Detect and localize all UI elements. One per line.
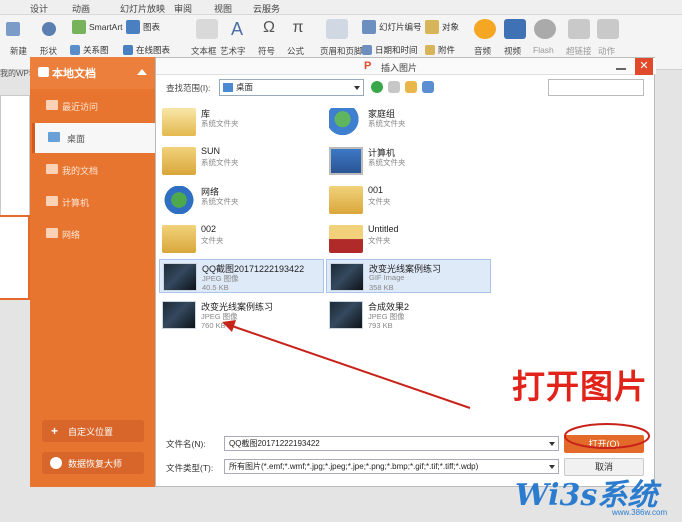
annotation-overlay [222,320,650,449]
arrow-head-icon [222,320,236,332]
annotation-circle [564,423,650,449]
annotation-arrow [231,325,471,409]
annotation-text: 打开图片 [512,367,648,406]
watermark-url: www.386w.com [612,508,668,517]
